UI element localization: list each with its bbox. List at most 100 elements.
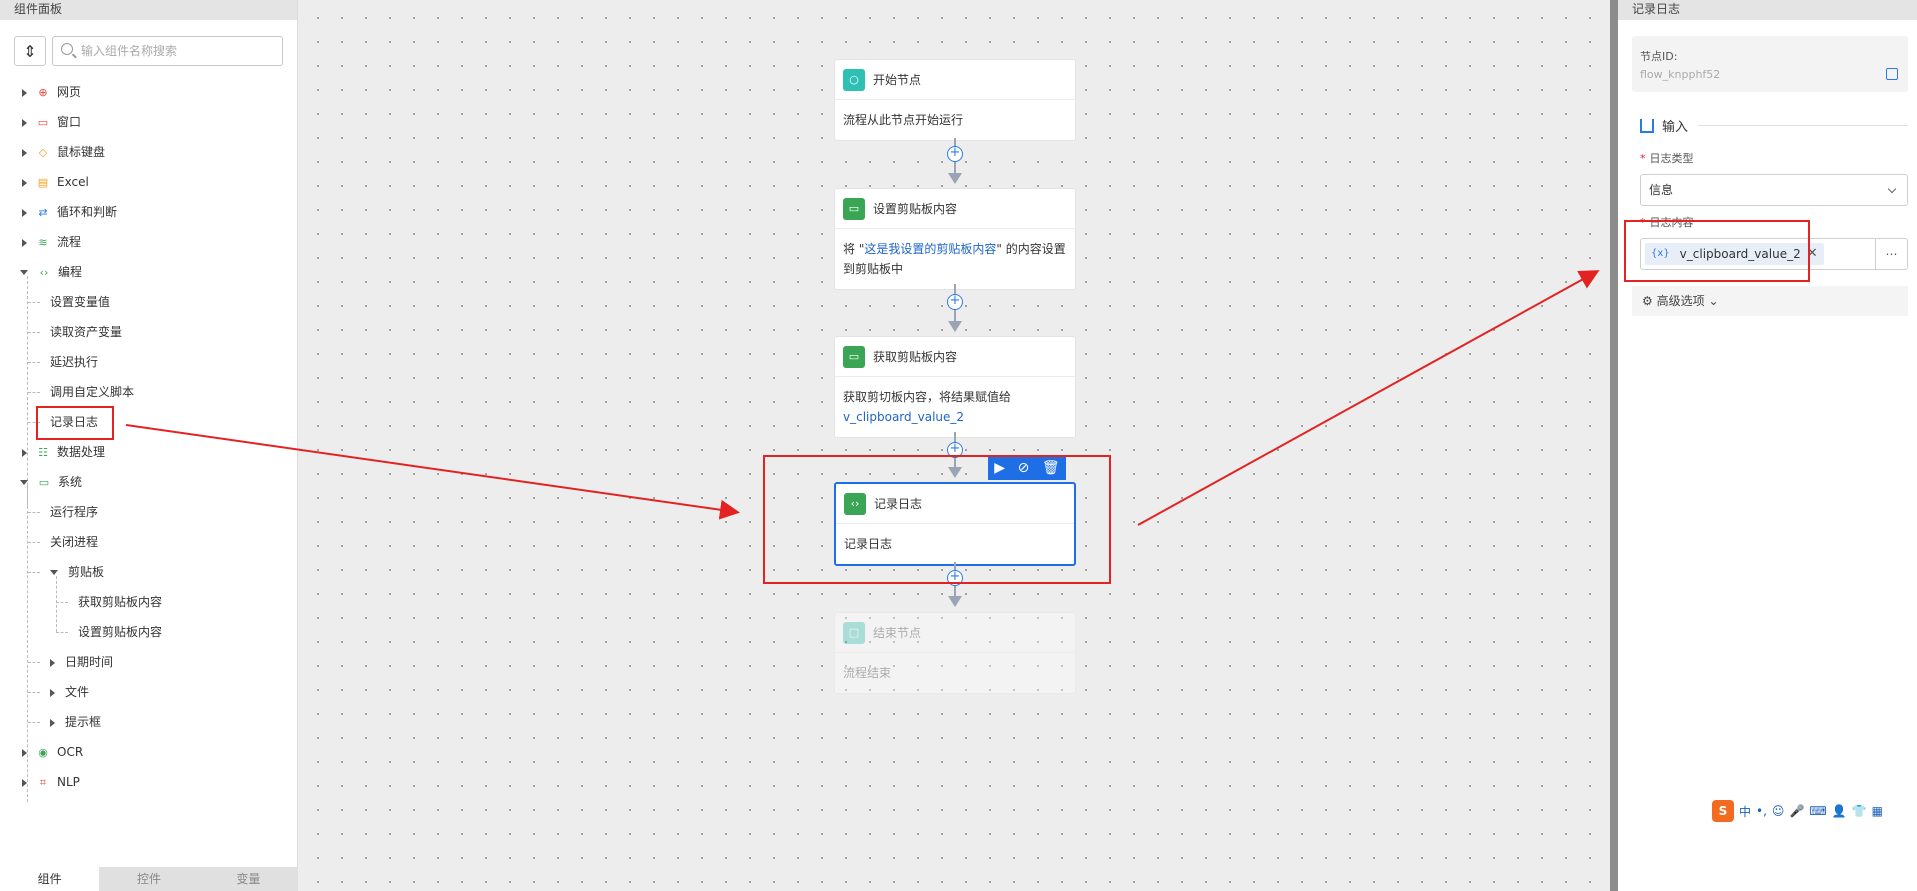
tree-item-custom-script[interactable]: 调用自定义脚本 xyxy=(28,380,135,404)
tree-item-system[interactable]: ▭ 系统 xyxy=(20,470,82,494)
skin-icon[interactable]: 👕 xyxy=(1852,804,1867,818)
tree-item-loop[interactable]: ⇄ 循环和判断 xyxy=(22,200,117,224)
tree-item-run-program[interactable]: 运行程序 xyxy=(28,500,98,524)
node-title: 结束节点 xyxy=(873,626,922,640)
tree-item-ocr[interactable]: ◉ OCR xyxy=(22,740,83,764)
add-node-button[interactable]: + xyxy=(947,146,963,162)
tree-item-read-asset-variable[interactable]: 读取资产变量 xyxy=(28,320,122,344)
tree-item-datetime[interactable]: 日期时间 xyxy=(28,650,114,674)
tree-item-mouse-keyboard[interactable]: ◇ 鼠标键盘 xyxy=(22,140,105,164)
mouse-icon: ◇ xyxy=(38,146,48,159)
flow-node-set-clipboard[interactable]: ▭ 设置剪贴板内容 将 "这是我设置的剪贴板内容" 的内容设置到剪贴板中 xyxy=(834,188,1076,290)
node-title: 获取剪贴板内容 xyxy=(873,350,958,364)
tree-item-excel[interactable]: ▤ Excel xyxy=(22,170,89,194)
tree-label: 网页 xyxy=(57,85,82,99)
punctuation-icon[interactable]: •, xyxy=(1756,804,1767,818)
ime-chinese-toggle[interactable]: 中 xyxy=(1739,803,1751,820)
log-type-select[interactable]: 信息 xyxy=(1640,174,1908,206)
arrow-down-icon xyxy=(948,173,962,184)
node-id-value: flow_knpphf52 xyxy=(1640,68,1721,81)
log-type-label: * 日志类型 xyxy=(1640,152,1694,165)
sliders-icon: ☷ xyxy=(38,446,48,459)
advanced-options-toggle[interactable]: ⚙ 高级选项 ⌄ xyxy=(1632,286,1908,316)
clipboard-text-link[interactable]: 这是我设置的剪贴板内容 xyxy=(864,242,996,256)
tree-label: 日期时间 xyxy=(65,655,114,669)
microphone-icon[interactable]: 🎤 xyxy=(1789,804,1804,818)
loop-icon: ⇄ xyxy=(38,206,48,219)
tree-item-prompt[interactable]: 提示框 xyxy=(28,710,102,734)
tree-item-get-clipboard[interactable]: 获取剪贴板内容 xyxy=(56,590,162,614)
annotation-box-log-content xyxy=(1624,220,1810,282)
grid-icon[interactable]: ▦ xyxy=(1872,804,1883,818)
ime-toolbar: S 中 •, ☺ 🎤 ⌨ 👤 👕 ▦ xyxy=(1708,798,1917,824)
panel-title: 组件面板 xyxy=(0,0,297,20)
properties-panel: 记录日志 节点ID: flow_knpphf52 输入 * 日志类型 信息 * 日志… xyxy=(1610,0,1917,891)
section-title: 输入 xyxy=(1662,120,1689,135)
chevron-down-icon: ⌄ xyxy=(1708,294,1719,308)
emoji-icon[interactable]: ☺ xyxy=(1772,804,1785,818)
node-title: 设置剪贴板内容 xyxy=(873,202,958,216)
tree-item-nlp[interactable]: ⌗ NLP xyxy=(22,770,80,794)
tree-item-flow[interactable]: ≋ 流程 xyxy=(22,230,81,254)
tree-label: 流程 xyxy=(57,235,82,249)
panel-title: 记录日志 xyxy=(1618,0,1917,20)
arrow-down-icon xyxy=(948,596,962,607)
tree-item-delay[interactable]: 延迟执行 xyxy=(28,350,99,374)
more-icon: ⋯ xyxy=(1885,247,1898,261)
more-options-button[interactable]: ⋯ xyxy=(1875,239,1907,269)
tree-label: 剪贴板 xyxy=(68,565,105,579)
select-value: 信息 xyxy=(1649,183,1674,197)
flow-icon: ≋ xyxy=(38,236,48,249)
node-title: 开始节点 xyxy=(873,73,922,87)
node-id-box: 节点ID: flow_knpphf52 xyxy=(1632,36,1908,92)
collapse-toggle-button[interactable]: ⇕ xyxy=(14,36,46,66)
tab-components[interactable]: 组件 xyxy=(0,867,100,891)
input-icon xyxy=(1640,118,1654,133)
tab-variables[interactable]: 变量 xyxy=(198,867,298,891)
globe-icon: ⊕ xyxy=(38,86,48,99)
user-icon[interactable]: 👤 xyxy=(1832,804,1847,818)
tree-label: NLP xyxy=(57,775,80,789)
tree-item-set-variable[interactable]: 设置变量值 xyxy=(28,290,110,314)
component-search-input[interactable]: 输入组件名称搜索 xyxy=(52,36,283,66)
tree-label: 调用自定义脚本 xyxy=(50,385,135,399)
node-description: 将 "这是我设置的剪贴板内容" 的内容设置到剪贴板中 xyxy=(843,242,1066,276)
gear-icon: ⚙ xyxy=(1642,294,1653,308)
flow-node-start[interactable]: ○ 开始节点 流程从此节点开始运行 xyxy=(834,59,1076,141)
tree-item-close-process[interactable]: 关闭进程 xyxy=(28,530,99,554)
tree-item-window[interactable]: ▭ 窗口 xyxy=(22,110,81,134)
arrow-down-icon xyxy=(948,321,962,332)
expand-collapse-icon: ⇕ xyxy=(23,41,37,61)
excel-icon: ▤ xyxy=(37,176,49,189)
tree-item-set-clipboard[interactable]: 设置剪贴板内容 xyxy=(56,620,163,644)
add-node-button[interactable]: + xyxy=(947,294,963,310)
panel-toolbar: ⇕ 输入组件名称搜索 xyxy=(14,34,283,68)
node-description: 流程结束 xyxy=(843,666,892,680)
tree-label: 系统 xyxy=(58,475,83,489)
tree-label: 循环和判断 xyxy=(57,205,118,219)
input-section-header: 输入 xyxy=(1640,116,1908,135)
variable-link[interactable]: v_clipboard_value_2 xyxy=(843,410,964,424)
flow-node-get-clipboard[interactable]: ▭ 获取剪贴板内容 获取剪切板内容，将结果赋值给 v_clipboard_value… xyxy=(834,336,1076,438)
tree-item-programming[interactable]: ‹› 编程 xyxy=(20,260,82,284)
tree-item-file[interactable]: 文件 xyxy=(28,680,89,704)
keyboard-icon[interactable]: ⌨ xyxy=(1809,804,1826,818)
flow-node-end[interactable]: □ 结束节点 流程结束 xyxy=(834,612,1076,694)
advanced-label: 高级选项 xyxy=(1656,294,1705,308)
panel-tabs: 组件 控件 变量 xyxy=(0,867,298,891)
tree-item-webpage[interactable]: ⊕ 网页 xyxy=(22,80,81,104)
tab-controls[interactable]: 控件 xyxy=(99,867,199,891)
tree-item-data-processing[interactable]: ☷ 数据处理 xyxy=(22,440,105,464)
tree-label: 提示框 xyxy=(65,715,102,729)
node-description: 获取剪切板内容，将结果赋值给 v_clipboard_value_2 xyxy=(843,390,1012,424)
eye-icon: ◉ xyxy=(38,746,48,759)
annotation-box-log-node xyxy=(763,455,1111,584)
tree-item-clipboard[interactable]: 剪贴板 xyxy=(28,560,105,584)
tree-label: 设置剪贴板内容 xyxy=(78,625,163,639)
start-circle-icon: ○ xyxy=(843,68,865,91)
search-icon xyxy=(61,43,73,55)
flow-canvas[interactable]: ○ 开始节点 流程从此节点开始运行 + ▭ 设置剪贴板内容 将 "这是我设置的剪贴板… xyxy=(298,0,1610,891)
copy-icon[interactable] xyxy=(1886,68,1898,80)
tree-label: 延迟执行 xyxy=(50,355,99,369)
tree-label: 关闭进程 xyxy=(50,535,99,549)
